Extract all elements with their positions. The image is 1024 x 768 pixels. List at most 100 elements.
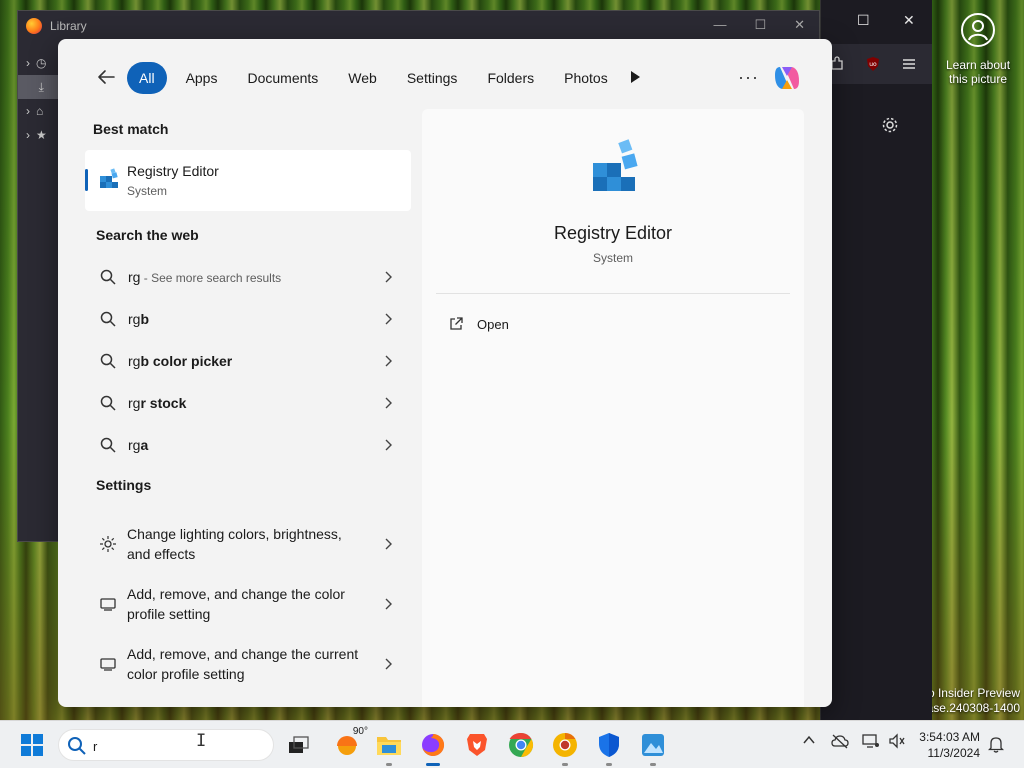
preview-subtitle: System — [592, 251, 633, 265]
filter-all[interactable]: All — [127, 62, 167, 94]
running-indicator — [562, 763, 568, 766]
preview-title: Registry Editor — [553, 223, 673, 243]
filter-apps[interactable]: Apps — [174, 62, 229, 94]
web-result-item[interactable]: rga — [85, 425, 411, 465]
monitor-icon — [100, 658, 116, 671]
chevron-right-icon — [385, 439, 392, 451]
maximize-button[interactable]: ☐ — [754, 17, 766, 33]
back-arrow-icon[interactable] — [96, 67, 116, 87]
open-label: Open — [477, 317, 509, 332]
download-icon: ⤓ — [38, 79, 44, 94]
library-bookmarks-row[interactable]: › ★ — [18, 123, 58, 147]
settings-result-item[interactable]: Change lighting colors, brightness, and … — [85, 515, 411, 573]
running-indicator — [386, 763, 392, 766]
open-action[interactable]: Open — [436, 307, 776, 341]
shield-icon — [599, 733, 619, 757]
volume-muted-icon[interactable] — [888, 733, 906, 749]
close-button[interactable]: ✕ — [794, 17, 805, 33]
brave-button[interactable] — [462, 730, 492, 760]
menu-icon[interactable] — [901, 56, 917, 72]
browser-titlebar: ☐ ✕ — [821, 0, 932, 44]
task-view-button[interactable] — [284, 730, 314, 760]
more-filters-arrow-icon[interactable] — [627, 69, 643, 85]
chevron-right-icon — [385, 313, 392, 325]
taskbar: 90° — [0, 720, 1024, 768]
filter-bar: All Apps Documents Web Settings Folders … — [58, 39, 832, 117]
chrome-canary-button[interactable] — [550, 730, 580, 766]
web-result-item[interactable]: rgr stock — [85, 383, 411, 423]
search-panel: All Apps Documents Web Settings Folders … — [58, 39, 832, 707]
filter-web[interactable]: Web — [337, 62, 388, 94]
web-result-item[interactable]: rg - See more search results — [85, 257, 411, 297]
chevron-right-icon — [385, 598, 392, 610]
chrome-canary-icon — [553, 733, 577, 757]
library-tags-row[interactable]: › ⌂ — [18, 99, 58, 123]
weather-temp: 90° — [352, 726, 368, 737]
star-icon: ★ — [36, 128, 47, 142]
library-history-row[interactable]: › ◷ — [18, 51, 58, 75]
web-result-label: rg - See more search results — [128, 269, 282, 285]
insider-watermark: o Insider Preview ease.240308-1400 — [920, 686, 1020, 716]
chrome-icon — [509, 732, 534, 757]
monitor-icon — [100, 598, 116, 611]
running-indicator — [650, 763, 656, 766]
network-icon[interactable] — [862, 733, 880, 749]
history-icon: ◷ — [36, 56, 47, 70]
best-match-title: Registry Editor — [127, 163, 219, 179]
web-result-item[interactable]: rgb — [85, 299, 411, 339]
chevron-right-icon — [385, 271, 392, 283]
photos-icon — [642, 734, 664, 756]
running-indicator — [426, 763, 440, 766]
minimize-button[interactable]: — — [713, 17, 726, 33]
system-clock[interactable]: 3:54:03 AM 11/3/2024 — [918, 729, 980, 761]
maximize-button[interactable]: ☐ — [857, 12, 870, 29]
camera-info-icon — [961, 13, 995, 47]
best-match-item[interactable]: Registry Editor System — [85, 150, 411, 211]
search-icon — [100, 353, 116, 369]
chevron-up-icon[interactable] — [802, 733, 816, 747]
chevron-right-icon — [385, 355, 392, 367]
photos-button[interactable] — [638, 730, 668, 766]
chrome-button[interactable] — [506, 730, 536, 760]
web-result-label: rgr stock — [128, 395, 187, 411]
filter-photos[interactable]: Photos — [553, 62, 619, 94]
filter-documents[interactable]: Documents — [236, 62, 330, 94]
tag-icon: ⌂ — [36, 104, 44, 118]
running-indicator — [606, 763, 612, 766]
close-button[interactable]: ✕ — [903, 12, 915, 29]
preview-pane: Registry Editor System Open — [422, 109, 804, 707]
more-options-button[interactable]: ··· — [738, 67, 759, 88]
search-icon — [68, 737, 86, 755]
library-downloads-row[interactable]: ⤓ — [18, 75, 58, 99]
task-view-icon — [289, 736, 309, 753]
filter-settings[interactable]: Settings — [395, 62, 469, 94]
gear-icon[interactable] — [881, 116, 899, 134]
library-sidebar: › ◷ ⤓ › ⌂ › ★ — [18, 47, 58, 147]
settings-heading: Settings — [96, 477, 152, 493]
text-cursor: I — [196, 731, 207, 751]
windows-security-button[interactable] — [594, 730, 624, 766]
weather-widget[interactable]: 90° — [332, 726, 368, 760]
settings-result-item[interactable]: Add, remove, and change the current colo… — [85, 635, 411, 693]
web-result-item[interactable]: rgb color picker — [85, 341, 411, 381]
firefox-button[interactable] — [418, 730, 448, 766]
settings-result-item[interactable]: Add, remove, and change the color profil… — [85, 575, 411, 633]
ublock-icon[interactable]: uo — [865, 56, 881, 72]
selection-accent — [85, 169, 88, 191]
notification-bell-icon[interactable] — [988, 735, 1004, 753]
learn-about-picture[interactable]: Learn about this picture — [932, 0, 1024, 100]
filter-chips: All Apps Documents Web Settings Folders … — [127, 62, 619, 94]
taskbar-search-box[interactable] — [58, 729, 274, 761]
search-icon — [100, 395, 116, 411]
file-explorer-button[interactable] — [374, 730, 404, 766]
windows-start-icon[interactable] — [20, 733, 44, 757]
library-window-controls: — ☐ ✕ — [713, 17, 805, 33]
registry-editor-icon — [100, 168, 118, 188]
search-input[interactable] — [93, 735, 263, 757]
settings-result-label: Change lighting colors, brightness, and … — [127, 526, 342, 562]
onedrive-off-icon[interactable] — [831, 733, 849, 749]
best-match-subtitle: System — [127, 184, 168, 198]
filter-folders[interactable]: Folders — [476, 62, 546, 94]
search-web-heading: Search the web — [96, 227, 199, 243]
copilot-icon[interactable] — [772, 63, 802, 93]
